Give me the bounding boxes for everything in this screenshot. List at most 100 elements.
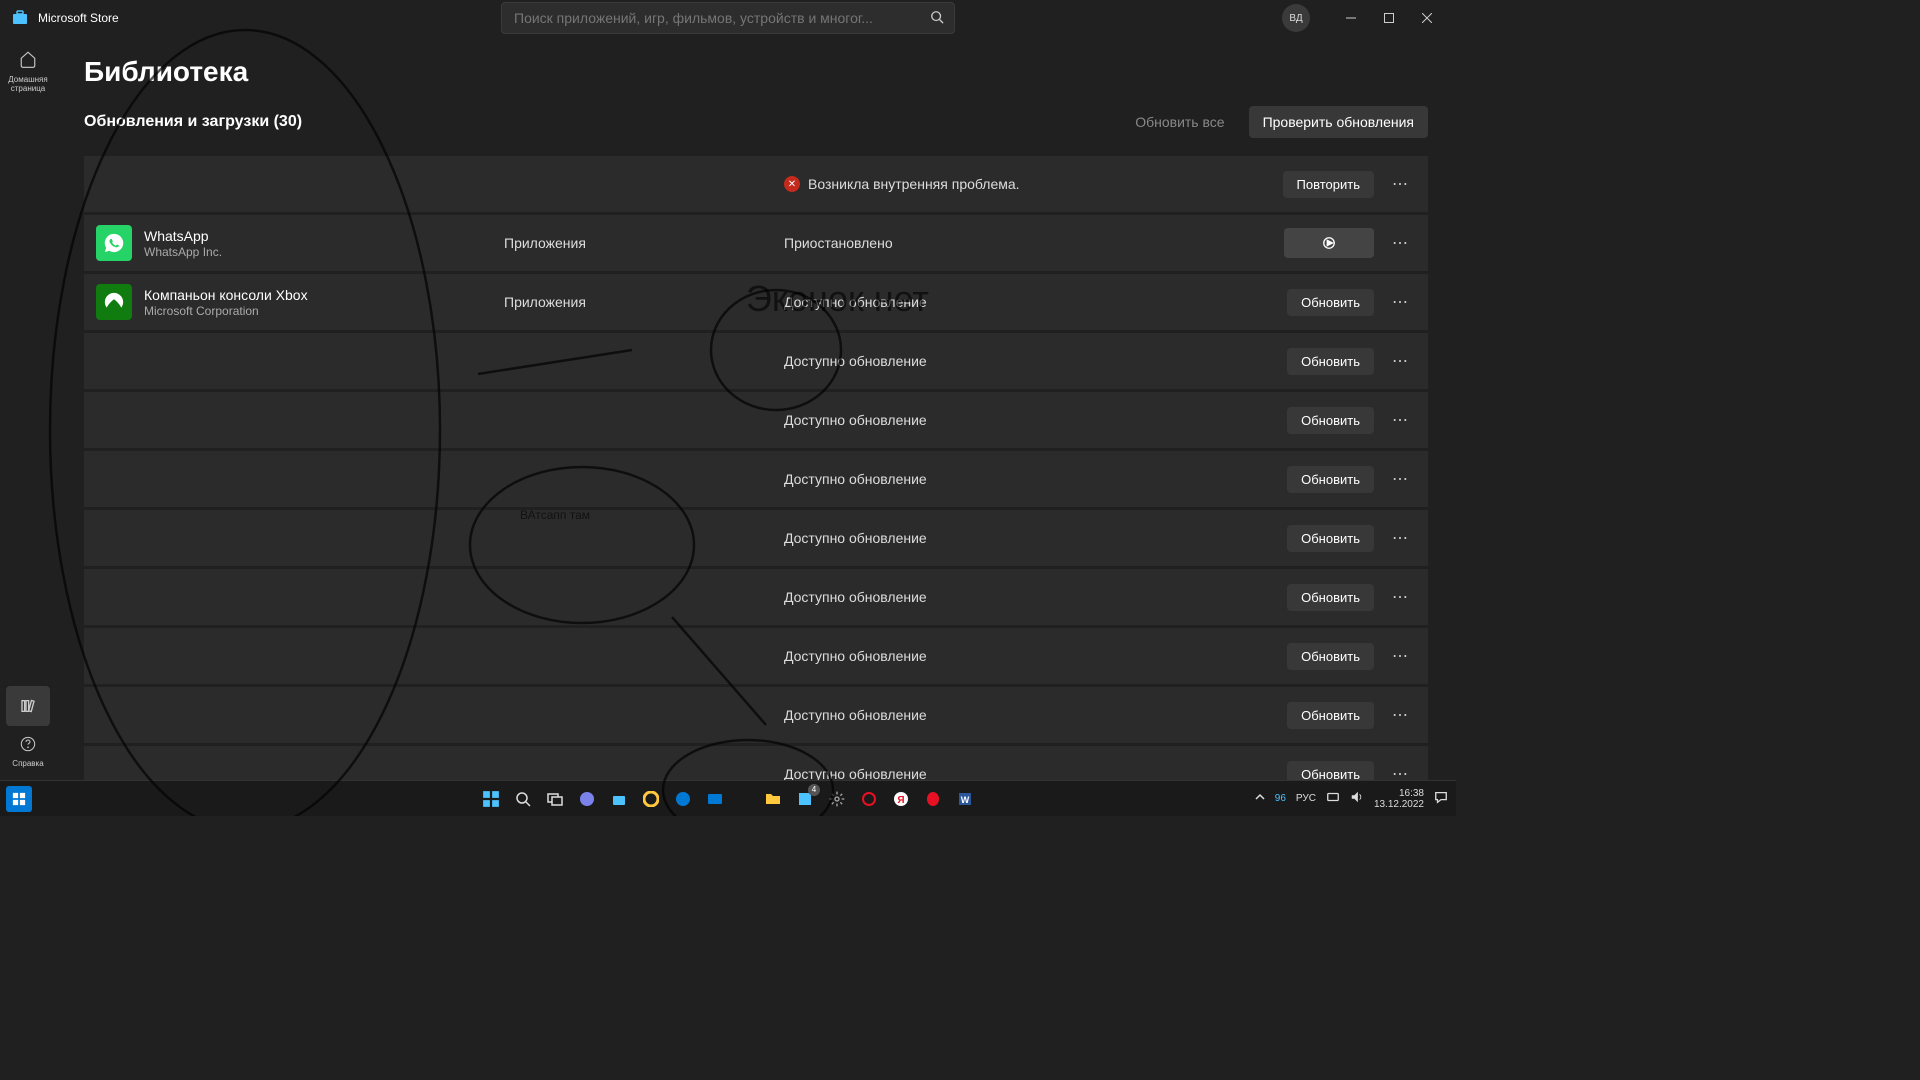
taskbar: 4 Я W 96 РУС 16:38 13.12.2022 bbox=[0, 780, 1456, 816]
app-status: Доступно обновление bbox=[784, 707, 1287, 723]
more-button[interactable]: ⋯ bbox=[1384, 581, 1416, 613]
tray-clock[interactable]: 16:38 13.12.2022 bbox=[1374, 788, 1424, 810]
status-text: Доступно обновление bbox=[784, 412, 927, 428]
app-meta: Компаньон консоли XboxMicrosoft Corporat… bbox=[144, 287, 504, 318]
more-button[interactable]: ⋯ bbox=[1384, 227, 1416, 259]
user-avatar[interactable]: ВД bbox=[1282, 4, 1310, 32]
tb-app-settings[interactable] bbox=[824, 786, 850, 812]
more-button[interactable]: ⋯ bbox=[1384, 522, 1416, 554]
search-box[interactable] bbox=[501, 2, 955, 34]
more-button[interactable]: ⋯ bbox=[1384, 345, 1416, 377]
update-button[interactable]: Обновить bbox=[1287, 643, 1374, 670]
nav-home[interactable]: Домашняя страница bbox=[2, 44, 54, 95]
titlebar: Microsoft Store ВД bbox=[0, 0, 1456, 36]
maximize-button[interactable] bbox=[1372, 4, 1406, 32]
update-button[interactable]: Обновить bbox=[1287, 702, 1374, 729]
tb-app-chat[interactable] bbox=[574, 786, 600, 812]
update-button[interactable]: Обновить bbox=[1287, 348, 1374, 375]
app-row[interactable]: WhatsAppWhatsApp Inc.ПриложенияПриостано… bbox=[84, 215, 1428, 271]
app-status: Приостановлено bbox=[784, 235, 1284, 251]
row-actions: Обновить ⋯ bbox=[1287, 758, 1416, 780]
more-button[interactable]: ⋯ bbox=[1384, 758, 1416, 780]
tray-language[interactable]: РУС bbox=[1296, 793, 1316, 804]
update-button[interactable]: Обновить bbox=[1287, 466, 1374, 493]
main-content: Библиотека Обновления и загрузки (30) Об… bbox=[56, 36, 1456, 780]
more-button[interactable]: ⋯ bbox=[1384, 699, 1416, 731]
app-name: Компаньон консоли Xbox bbox=[144, 287, 504, 303]
retry-button[interactable]: Повторить bbox=[1283, 171, 1374, 198]
app-status: Доступно обновление bbox=[784, 471, 1287, 487]
tb-app-edge[interactable] bbox=[670, 786, 696, 812]
more-button[interactable]: ⋯ bbox=[1384, 404, 1416, 436]
status-text: Доступно обновление bbox=[784, 294, 927, 310]
app-row[interactable]: Доступно обновление Обновить ⋯ bbox=[84, 746, 1428, 780]
row-actions: Обновить ⋯ bbox=[1287, 640, 1416, 672]
more-button[interactable]: ⋯ bbox=[1384, 286, 1416, 318]
status-text: Доступно обновление bbox=[784, 471, 927, 487]
row-actions: Обновить ⋯ bbox=[1287, 286, 1416, 318]
update-button[interactable]: Обновить bbox=[1287, 525, 1374, 552]
nav-help-label: Справка bbox=[12, 759, 43, 768]
app-row[interactable]: Доступно обновление Обновить ⋯ bbox=[84, 451, 1428, 507]
tb-taskview[interactable] bbox=[542, 786, 568, 812]
app-row[interactable]: Компаньон консоли XboxMicrosoft Corporat… bbox=[84, 274, 1428, 330]
app-row[interactable]: Доступно обновлениеОбновить ⋯ bbox=[84, 687, 1428, 743]
tray-number[interactable]: 96 bbox=[1275, 793, 1286, 804]
update-button[interactable]: Обновить bbox=[1287, 407, 1374, 434]
resume-button[interactable] bbox=[1284, 228, 1374, 258]
update-button[interactable]: Обновить bbox=[1287, 761, 1374, 781]
nav-library[interactable] bbox=[6, 686, 50, 726]
tb-app-chrome[interactable] bbox=[638, 786, 664, 812]
tb-start[interactable] bbox=[478, 786, 504, 812]
tray-date: 13.12.2022 bbox=[1374, 799, 1424, 810]
app-row[interactable]: Доступно обновлениеОбновить⋯ bbox=[84, 333, 1428, 389]
app-meta bbox=[144, 538, 504, 539]
search-container bbox=[501, 2, 955, 34]
app-row[interactable]: Доступно обновление Обновить ⋯ bbox=[84, 569, 1428, 625]
update-button[interactable]: Обновить bbox=[1287, 584, 1374, 611]
tb-widgets[interactable] bbox=[6, 786, 32, 812]
tray-volume-icon[interactable] bbox=[1350, 790, 1364, 807]
app-meta bbox=[144, 420, 504, 421]
svg-text:Я: Я bbox=[897, 795, 904, 806]
tb-app-store[interactable] bbox=[606, 786, 632, 812]
tb-search[interactable] bbox=[510, 786, 536, 812]
app-row[interactable]: Доступно обновление Обновить ⋯ bbox=[84, 392, 1428, 448]
tb-app-yandex[interactable]: Я bbox=[888, 786, 914, 812]
more-button[interactable]: ⋯ bbox=[1384, 463, 1416, 495]
tray-chevron-icon[interactable] bbox=[1255, 792, 1265, 805]
tb-app-opera1[interactable] bbox=[856, 786, 882, 812]
app-row[interactable]: Доступно обновлениеОбновить⋯ bbox=[84, 628, 1428, 684]
error-icon: ✕ bbox=[784, 176, 800, 192]
tb-app-opera2[interactable] bbox=[920, 786, 946, 812]
row-actions: Обновить ⋯ bbox=[1287, 522, 1416, 554]
tb-app-mail[interactable] bbox=[702, 786, 728, 812]
row-actions: Обновить ⋯ bbox=[1287, 699, 1416, 731]
xbox-icon bbox=[96, 284, 132, 320]
help-icon bbox=[20, 736, 36, 757]
tray-network-icon[interactable] bbox=[1326, 790, 1340, 807]
app-list: ✕Возникла внутренняя проблема.Повторить⋯… bbox=[84, 156, 1428, 780]
tb-app-explorer[interactable] bbox=[760, 786, 786, 812]
more-button[interactable]: ⋯ bbox=[1384, 640, 1416, 672]
tray-notifications-icon[interactable] bbox=[1434, 790, 1448, 807]
row-actions: Обновить ⋯ bbox=[1287, 581, 1416, 613]
nav-home-label: Домашняя страница bbox=[2, 75, 54, 93]
tb-app-word[interactable]: W bbox=[952, 786, 978, 812]
nav-help[interactable]: Справка bbox=[2, 730, 54, 770]
row-actions: Обновить ⋯ bbox=[1287, 345, 1416, 377]
check-updates-button[interactable]: Проверить обновления bbox=[1249, 106, 1428, 138]
update-button[interactable]: Обновить bbox=[1287, 289, 1374, 316]
update-all-button[interactable]: Обновить все bbox=[1121, 106, 1238, 138]
status-text: Доступно обновление bbox=[784, 766, 927, 780]
status-text: Доступно обновление bbox=[784, 530, 927, 546]
search-input[interactable] bbox=[514, 10, 918, 26]
status-text: Доступно обновление bbox=[784, 589, 927, 605]
app-row[interactable]: ✕Возникла внутренняя проблема.Повторить⋯ bbox=[84, 156, 1428, 212]
tb-app-generic[interactable]: 4 bbox=[792, 786, 818, 812]
app-row[interactable]: Доступно обновление Обновить ⋯ bbox=[84, 510, 1428, 566]
close-button[interactable] bbox=[1410, 4, 1444, 32]
more-button[interactable]: ⋯ bbox=[1384, 168, 1416, 200]
minimize-button[interactable] bbox=[1334, 4, 1368, 32]
home-icon bbox=[19, 50, 37, 73]
